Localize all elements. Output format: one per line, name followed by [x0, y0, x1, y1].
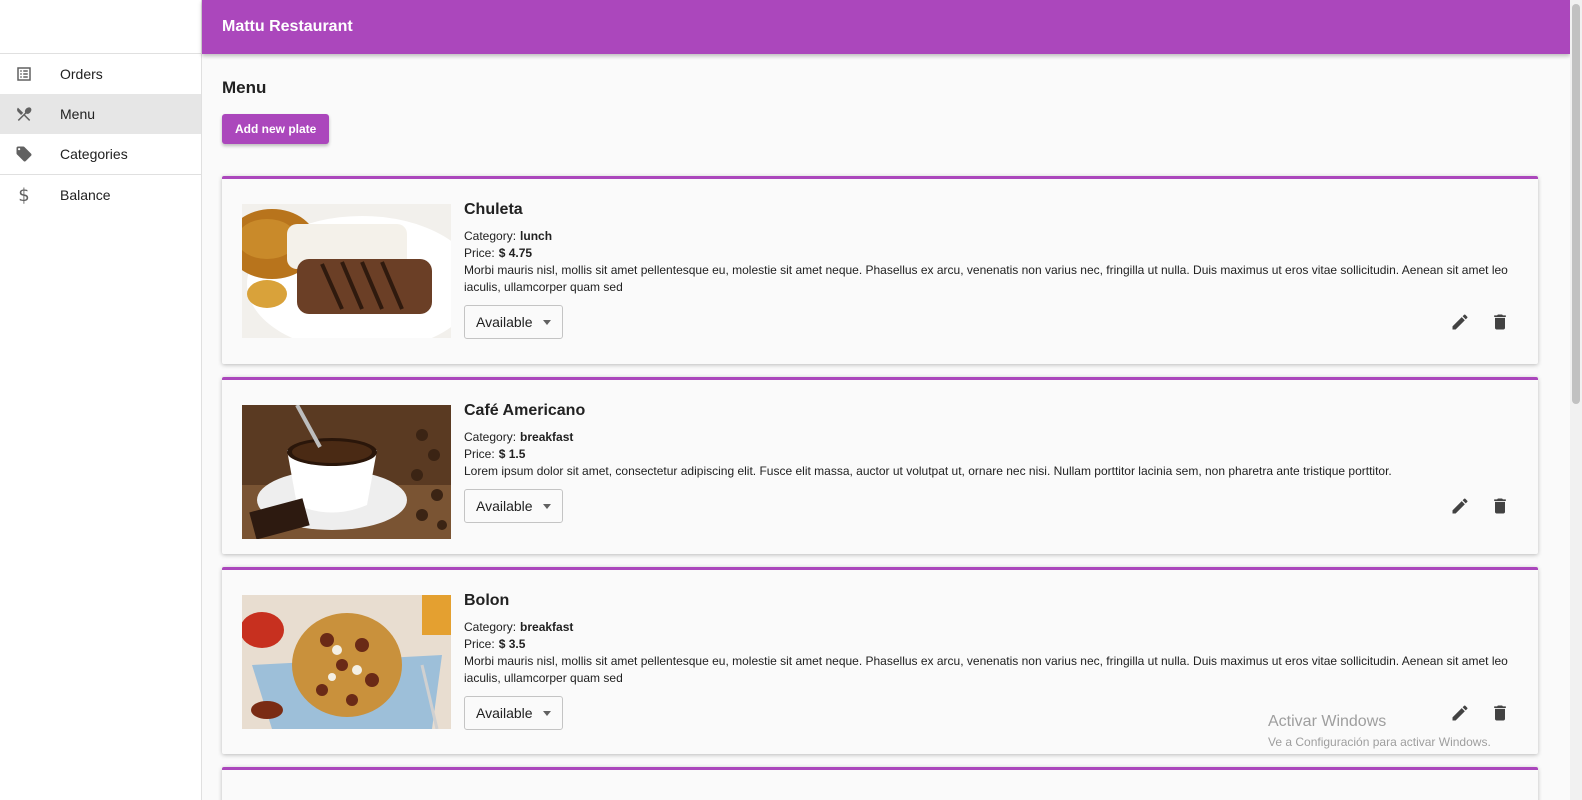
- plate-details: Café Americano Category: breakfast Price:…: [464, 402, 1514, 523]
- plate-description: Morbi mauris nisl, mollis sit amet pelle…: [464, 263, 1508, 294]
- app-bar: Mattu Restaurant: [202, 0, 1570, 54]
- plate-description: Lorem ipsum dolor sit amet, consectetur …: [464, 464, 1392, 478]
- delete-icon[interactable]: [1490, 496, 1510, 516]
- sidebar-item-label: Categories: [60, 146, 128, 162]
- plate-actions: [1450, 496, 1510, 516]
- scrollbar[interactable]: [1570, 0, 1582, 800]
- plate-price: Price: $ 3.5: [464, 637, 526, 651]
- availability-select[interactable]: Available: [464, 696, 563, 730]
- sidebar-item-balance[interactable]: $ Balance: [0, 174, 201, 215]
- plate-description: Morbi mauris nisl, mollis sit amet pelle…: [464, 654, 1508, 685]
- plate-details: Chuleta Category: lunch Price: $ 4.75 Morb…: [464, 201, 1514, 339]
- plate-price: Price: $ 4.75: [464, 246, 533, 260]
- caret-down-icon: [542, 710, 551, 716]
- plate-card: Bolon Category: breakfast Price: $ 3.5 Mor…: [222, 567, 1538, 754]
- edit-icon[interactable]: [1450, 312, 1470, 332]
- caret-down-icon: [542, 319, 551, 325]
- add-new-plate-button[interactable]: Add new plate: [222, 114, 330, 144]
- fork-knife-icon: [14, 104, 34, 124]
- edit-icon[interactable]: [1450, 703, 1470, 723]
- plate-image: [242, 204, 451, 338]
- plate-image: [242, 405, 451, 539]
- plate-price: Price: $ 1.5: [464, 447, 526, 461]
- edit-icon[interactable]: [1450, 496, 1470, 516]
- tag-icon: [14, 144, 34, 164]
- sidebar-item-label: Balance: [60, 187, 111, 203]
- plate-actions: [1450, 312, 1510, 332]
- sidebar-header: [0, 0, 201, 54]
- plate-actions: [1450, 703, 1510, 723]
- plate-name: Café Americano: [464, 402, 586, 419]
- availability-select[interactable]: Available: [464, 489, 563, 523]
- delete-icon[interactable]: [1490, 703, 1510, 723]
- app-title: Mattu Restaurant: [222, 18, 353, 35]
- availability-select[interactable]: Available: [464, 305, 563, 339]
- plate-category: Category: breakfast: [464, 430, 574, 444]
- plate-details: Bolon Category: breakfast Price: $ 3.5 Mor…: [464, 592, 1514, 730]
- plate-category: Category: breakfast: [464, 620, 574, 634]
- sidebar-item-menu[interactable]: Menu: [0, 94, 201, 134]
- page-title: Menu: [222, 78, 267, 97]
- dollar-icon: $: [18, 184, 30, 206]
- app-window: Orders Menu Categories $ Balance Mattu R…: [0, 0, 1582, 800]
- list-icon: [14, 64, 34, 84]
- main-content: Menu Add new plate Chuleta Category: lun…: [202, 54, 1570, 800]
- sidebar-item-label: Menu: [60, 106, 96, 122]
- sidebar: Orders Menu Categories $ Balance: [0, 0, 202, 800]
- plate-card: [222, 767, 1538, 800]
- caret-down-icon: [542, 503, 551, 509]
- delete-icon[interactable]: [1490, 312, 1510, 332]
- plate-image: [242, 595, 451, 729]
- sidebar-item-categories[interactable]: Categories: [0, 134, 201, 174]
- sidebar-item-orders[interactable]: Orders: [0, 54, 201, 94]
- plate-card: Chuleta Category: lunch Price: $ 4.75 Morb…: [222, 176, 1538, 364]
- scrollbar-thumb[interactable]: [1572, 4, 1580, 404]
- plate-name: Bolon: [464, 592, 510, 609]
- plate-name: Chuleta: [464, 201, 523, 218]
- plate-card: Café Americano Category: breakfast Price:…: [222, 377, 1538, 554]
- plate-category: Category: lunch: [464, 229, 553, 243]
- sidebar-item-label: Orders: [60, 66, 103, 82]
